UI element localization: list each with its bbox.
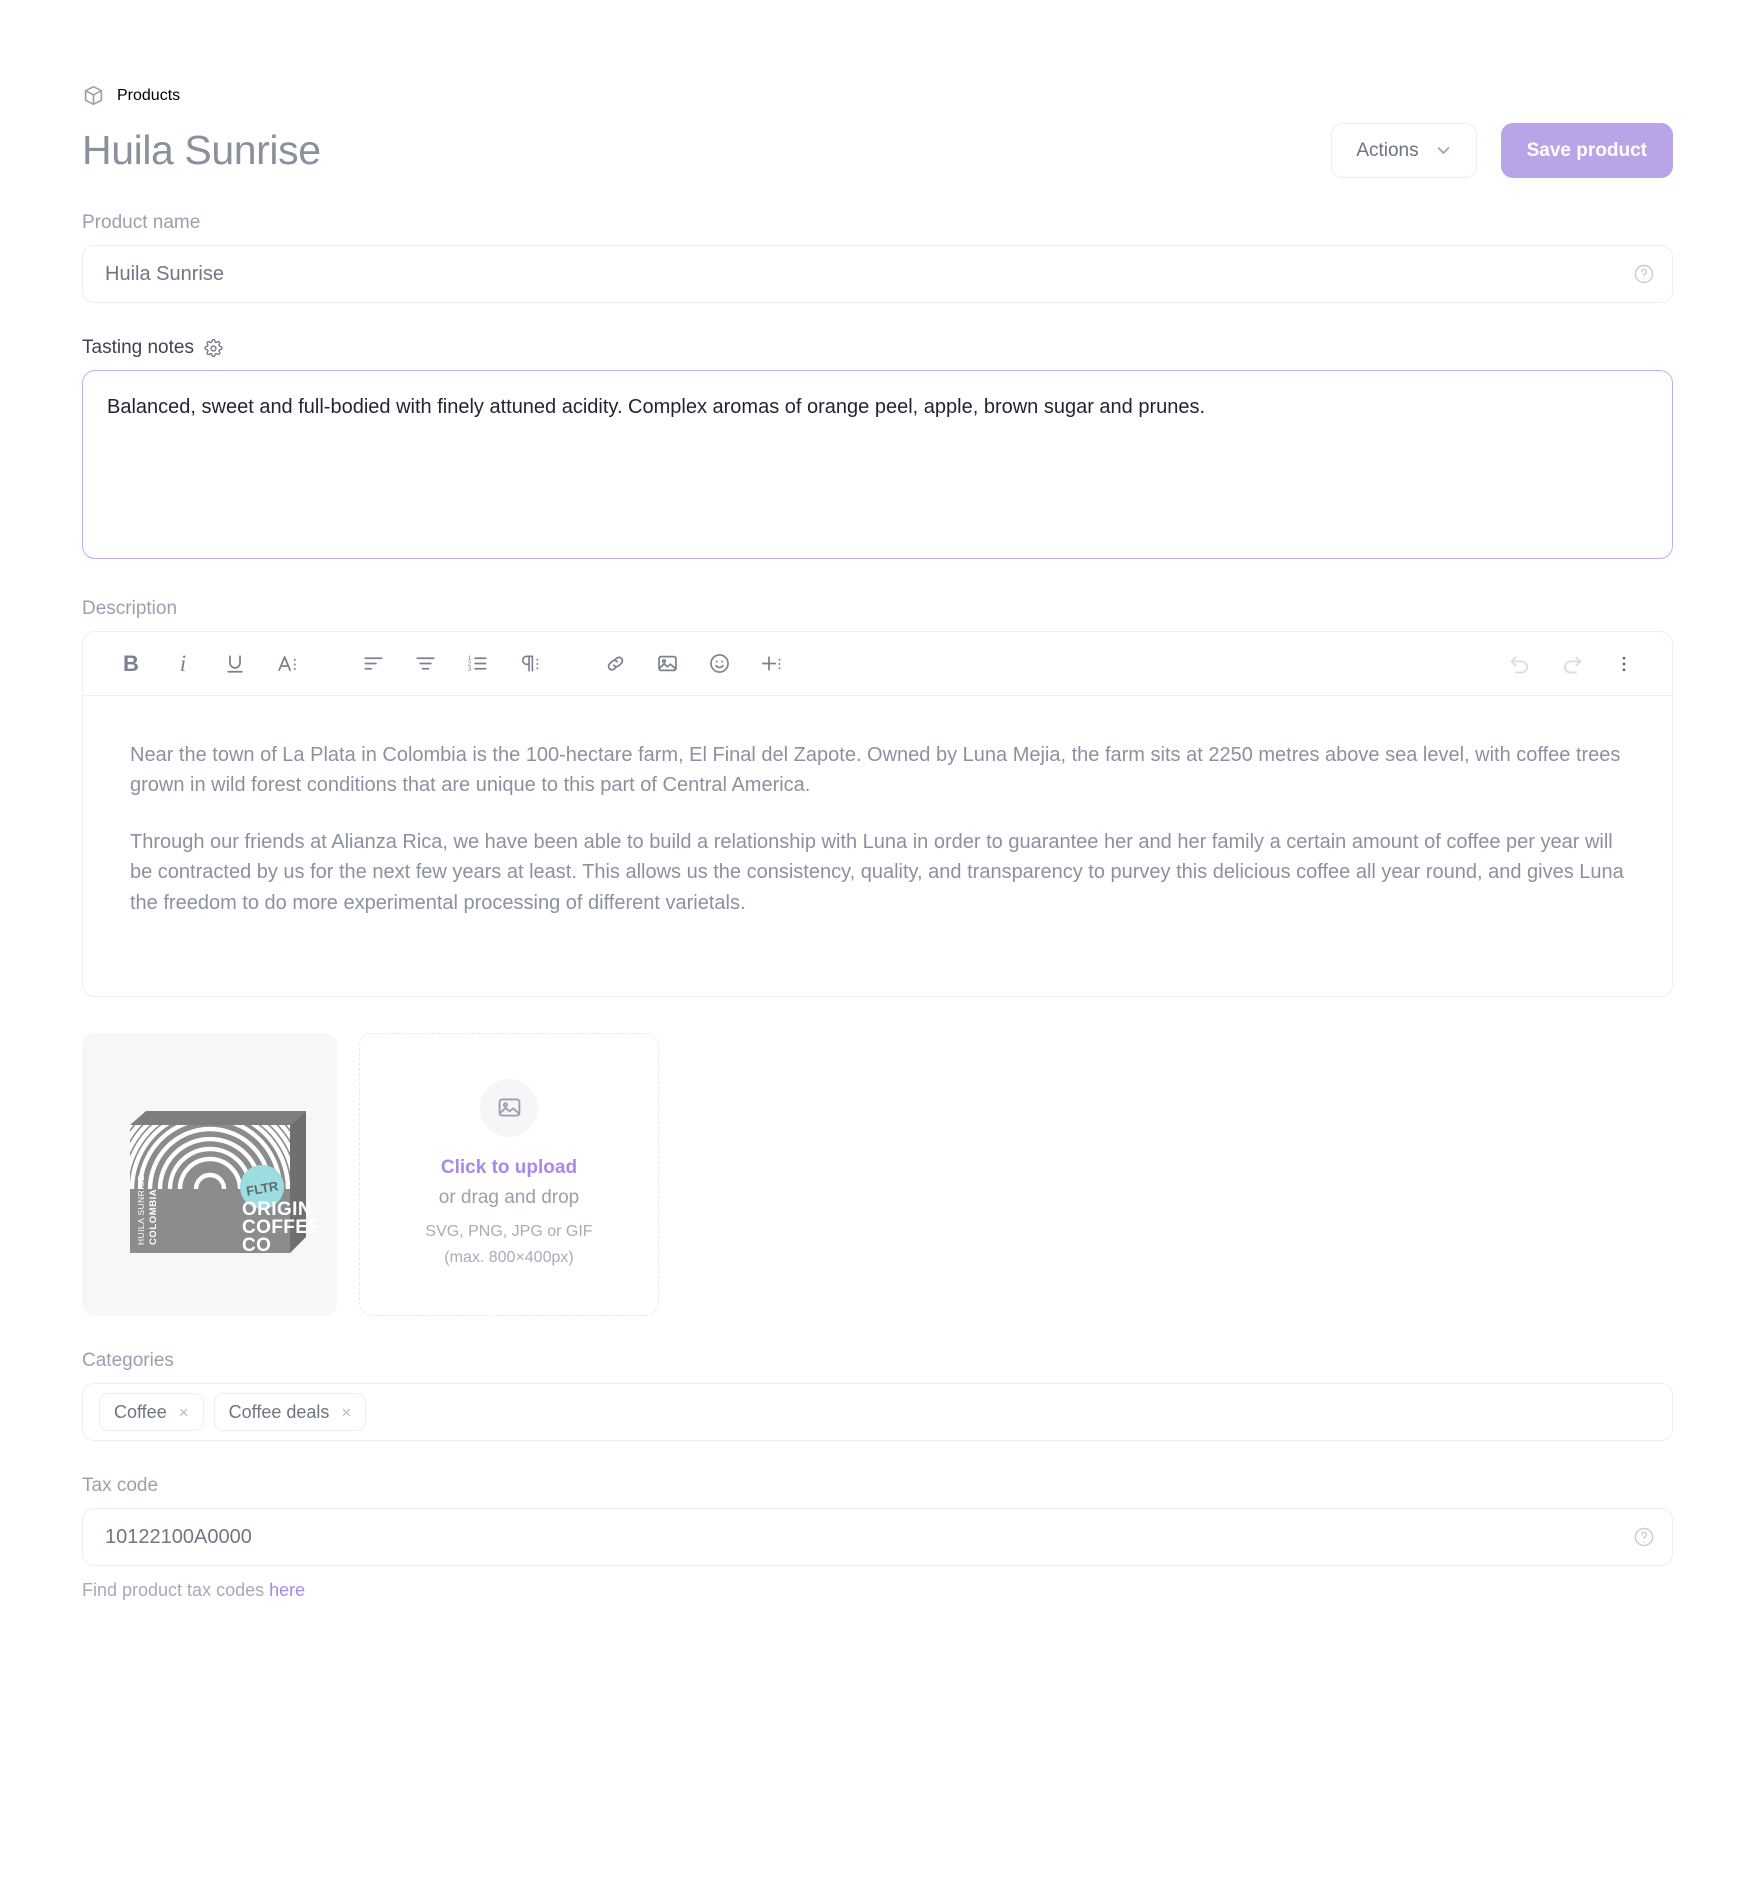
- insert-more-icon[interactable]: [745, 642, 797, 686]
- redo-icon[interactable]: [1546, 642, 1598, 686]
- remove-chip-icon[interactable]: ×: [341, 1404, 351, 1421]
- tax-code-helper: Find product tax codes here: [82, 1580, 1673, 1601]
- editor-content[interactable]: Near the town of La Plata in Colombia is…: [83, 696, 1672, 996]
- breadcrumb-label: Products: [117, 86, 181, 104]
- image-icon[interactable]: [641, 642, 693, 686]
- category-chip[interactable]: Coffee deals ×: [213, 1393, 367, 1431]
- description-label: Description: [82, 598, 178, 619]
- image-placeholder-icon: [480, 1078, 538, 1137]
- image-upload-dropzone[interactable]: Click to upload or drag and drop SVG, PN…: [359, 1033, 659, 1316]
- undo-icon[interactable]: [1494, 642, 1546, 686]
- svg-text:COLOMBIA: COLOMBIA: [148, 1189, 159, 1245]
- product-name-input[interactable]: [82, 245, 1673, 303]
- numbered-list-icon[interactable]: 1 2 3: [451, 642, 503, 686]
- categories-field: Categories Coffee × Coffee deals ×: [82, 1350, 1673, 1441]
- category-chip-label: Coffee deals: [228, 1401, 330, 1422]
- overflow-menu-icon[interactable]: [1598, 642, 1650, 686]
- categories-input[interactable]: Coffee × Coffee deals ×: [82, 1383, 1673, 1441]
- tasting-notes-label: Tasting notes: [82, 337, 1673, 359]
- gear-icon[interactable]: [204, 338, 223, 358]
- italic-icon[interactable]: i: [157, 642, 209, 686]
- paragraph-format-icon[interactable]: [503, 642, 555, 686]
- bold-icon[interactable]: B: [105, 642, 157, 686]
- description-paragraph: Near the town of La Plata in Colombia is…: [130, 744, 1621, 797]
- upload-link[interactable]: Click to upload: [441, 1157, 577, 1179]
- toolbar-group-history: [1494, 642, 1650, 686]
- emoji-icon[interactable]: [693, 642, 745, 686]
- page-header: Huila Sunrise Actions Save product: [82, 123, 1673, 178]
- tax-code-input[interactable]: [82, 1508, 1673, 1566]
- text-style-icon[interactable]: [261, 642, 313, 686]
- category-chip[interactable]: Coffee ×: [99, 1393, 204, 1431]
- align-center-icon[interactable]: [399, 642, 451, 686]
- underline-icon[interactable]: [209, 642, 261, 686]
- description-field: Description B i 1 2 3 Near the town of L…: [82, 598, 1673, 997]
- page-title: Huila Sunrise: [82, 126, 321, 173]
- coffee-box-illustration: FLTR HUILA SUNRISE COLOMBIA ORIGIN COFFE…: [130, 1111, 317, 1256]
- header-actions: Actions Save product: [1331, 123, 1673, 178]
- tax-code-label: Tax code: [82, 1475, 159, 1496]
- toolbar-group-insert: [589, 642, 797, 686]
- breadcrumb[interactable]: Products: [82, 0, 1673, 107]
- tax-code-helper-link[interactable]: here: [269, 1580, 305, 1600]
- upload-formats: SVG, PNG, JPG or GIF: [425, 1222, 593, 1240]
- tax-code-field: Tax code Find product tax codes here: [82, 1475, 1673, 1601]
- rich-text-editor: B i 1 2 3 Near the town of La Plata in C…: [82, 631, 1673, 997]
- remove-chip-icon[interactable]: ×: [179, 1404, 189, 1421]
- toolbar-group-text: B i: [105, 642, 313, 686]
- link-icon[interactable]: [589, 642, 641, 686]
- actions-button-label: Actions: [1356, 139, 1419, 161]
- tax-code-helper-prefix: Find product tax codes: [82, 1580, 270, 1600]
- upload-subtext: or drag and drop: [438, 1186, 580, 1208]
- svg-text:CO: CO: [242, 1235, 271, 1256]
- category-chip-label: Coffee: [114, 1401, 167, 1422]
- svg-text:3: 3: [467, 666, 471, 673]
- editor-toolbar: B i 1 2 3: [83, 632, 1672, 696]
- align-left-icon[interactable]: [347, 642, 399, 686]
- product-name-label: Product name: [82, 212, 201, 233]
- tasting-notes-field: Tasting notes: [82, 337, 1673, 564]
- tasting-notes-label-text: Tasting notes: [82, 337, 194, 358]
- cube-icon: [82, 84, 105, 107]
- tasting-notes-textarea[interactable]: [82, 370, 1673, 559]
- product-name-input-wrap: [82, 245, 1673, 303]
- save-product-button[interactable]: Save product: [1500, 123, 1673, 178]
- upload-max-size: (max. 800×400px): [444, 1248, 574, 1266]
- product-image-thumbnail[interactable]: FLTR HUILA SUNRISE COLOMBIA ORIGIN COFFE…: [82, 1033, 337, 1316]
- product-edit-page: Products Huila Sunrise Actions Save prod…: [0, 0, 1755, 1888]
- toolbar-group-align: 1 2 3: [347, 642, 555, 686]
- categories-label: Categories: [82, 1350, 174, 1371]
- media-row: FLTR HUILA SUNRISE COLOMBIA ORIGIN COFFE…: [82, 1033, 1673, 1316]
- description-paragraph: Through our friends at Alianza Rica, we …: [130, 830, 1624, 914]
- actions-button[interactable]: Actions: [1331, 123, 1477, 178]
- chevron-down-icon: [1435, 142, 1452, 159]
- product-name-field: Product name: [82, 212, 1673, 303]
- svg-text:HUILA SUNRISE: HUILA SUNRISE: [136, 1175, 146, 1245]
- tax-code-input-wrap: [82, 1508, 1673, 1566]
